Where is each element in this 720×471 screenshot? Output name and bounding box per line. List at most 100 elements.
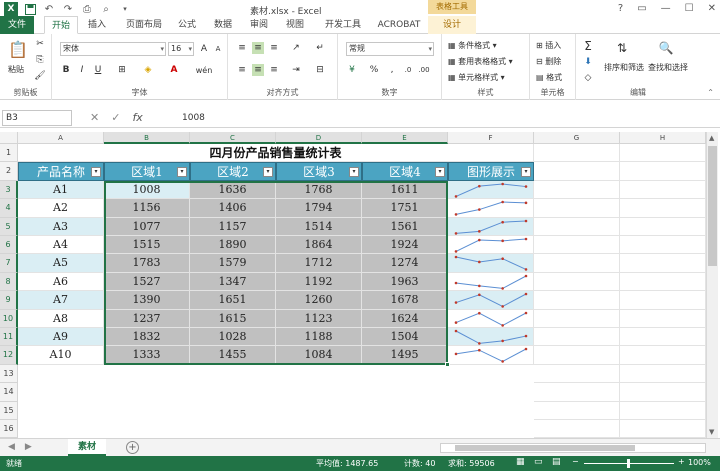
zoom-out-icon[interactable]: − [572, 457, 579, 466]
column-header[interactable]: E [362, 132, 448, 144]
grid-cell[interactable] [534, 199, 620, 218]
ribbon-display-icon[interactable]: ▭ [637, 3, 646, 14]
sparkline-cell[interactable] [448, 346, 534, 365]
sales-value-cell[interactable]: 1188 [276, 328, 362, 347]
grid-cell[interactable] [534, 254, 620, 273]
sparkline-cell[interactable] [448, 236, 534, 255]
tab-insert[interactable]: 插入 [80, 16, 114, 34]
scroll-down-icon[interactable]: ▼ [709, 428, 714, 436]
sales-value-cell[interactable]: 1864 [276, 236, 362, 255]
align-right-icon[interactable]: ≡ [268, 64, 280, 76]
font-size-combo[interactable]: 16 ▾ [168, 42, 194, 56]
sales-value-cell[interactable]: 1008 [104, 180, 190, 200]
help-icon[interactable]: ? [618, 3, 623, 14]
font-name-combo[interactable]: 宋体 ▾ [60, 42, 166, 56]
row-header[interactable]: 13 [0, 364, 18, 384]
sales-value-cell[interactable]: 1712 [276, 254, 362, 273]
sales-value-cell[interactable]: 1611 [362, 180, 448, 200]
sales-value-cell[interactable]: 1768 [276, 180, 362, 200]
sales-value-cell[interactable]: 1347 [190, 272, 276, 292]
fill-handle[interactable] [445, 361, 450, 367]
row-header[interactable]: 10 [0, 309, 18, 328]
camera-icon[interactable]: ⎙ [80, 2, 94, 16]
autosum-icon[interactable]: Σ [582, 39, 594, 53]
tab-file[interactable]: 文件 [0, 16, 34, 34]
grid-cell[interactable] [620, 217, 706, 236]
grid-cell[interactable] [620, 272, 706, 292]
grid-cell[interactable] [534, 328, 620, 347]
grid-cell[interactable] [534, 217, 620, 236]
fill-color-icon[interactable]: ◈ [142, 64, 154, 76]
product-name-cell[interactable]: A2 [18, 199, 104, 218]
sales-value-cell[interactable]: 1832 [104, 328, 190, 347]
align-center-icon[interactable]: ≡ [252, 64, 264, 76]
tab-acrobat[interactable]: ACROBAT [372, 16, 426, 34]
grid-cell[interactable] [620, 309, 706, 328]
excel-logo-icon[interactable]: X [4, 2, 18, 16]
sort-filter-icon[interactable]: ⇅ [614, 40, 630, 56]
product-name-cell[interactable]: A6 [18, 272, 104, 292]
sales-value-cell[interactable]: 1751 [362, 199, 448, 218]
find-select-button[interactable]: 查找和选择 [648, 62, 688, 74]
normal-view-icon[interactable]: ▦ [516, 457, 525, 467]
sales-value-cell[interactable]: 1527 [104, 272, 190, 292]
column-header[interactable]: H [620, 132, 706, 144]
grid-cell[interactable] [620, 364, 706, 384]
row-header[interactable]: 1 [0, 144, 18, 163]
grid-cell[interactable] [534, 401, 620, 420]
product-name-cell[interactable]: A8 [18, 309, 104, 328]
sales-value-cell[interactable]: 1192 [276, 272, 362, 292]
indent-icon[interactable]: ⇥ [290, 64, 302, 76]
sales-value-cell[interactable]: 1794 [276, 199, 362, 218]
align-middle-icon[interactable]: ≡ [252, 42, 264, 54]
sales-value-cell[interactable]: 1678 [362, 291, 448, 310]
sales-value-cell[interactable]: 1123 [276, 309, 362, 328]
border-icon[interactable]: ⊞ [116, 64, 128, 76]
sales-value-cell[interactable]: 1579 [190, 254, 276, 273]
sales-value-cell[interactable]: 1274 [362, 254, 448, 273]
sales-value-cell[interactable]: 1455 [190, 346, 276, 365]
clear-icon[interactable]: ◇ [582, 72, 594, 84]
cancel-icon[interactable]: ✕ [90, 111, 99, 124]
comma-icon[interactable]: , [386, 64, 398, 76]
tab-view[interactable]: 视图 [280, 16, 310, 34]
row-header[interactable]: 2 [0, 162, 18, 181]
conditional-format-button[interactable]: ▦ 条件格式 ▾ [448, 40, 497, 52]
sort-filter-button[interactable]: 排序和筛选 [604, 62, 644, 74]
sales-value-cell[interactable]: 1390 [104, 291, 190, 310]
prev-sheet-icon[interactable]: ◀ [8, 442, 15, 452]
row-header[interactable]: 15 [0, 401, 18, 420]
sales-value-cell[interactable]: 1084 [276, 346, 362, 365]
product-name-cell[interactable]: A5 [18, 254, 104, 273]
customize-qat-icon[interactable]: ▾ [118, 2, 132, 16]
sparkline-cell[interactable] [448, 309, 534, 328]
grid-cell[interactable] [534, 144, 620, 163]
horizontal-scrollbar[interactable] [440, 443, 706, 453]
sales-value-cell[interactable]: 1333 [104, 346, 190, 365]
name-box[interactable]: B3 [2, 110, 72, 126]
column-header[interactable]: A [18, 132, 104, 144]
copy-icon[interactable]: ⎘ [34, 54, 46, 66]
column-header[interactable]: G [534, 132, 620, 144]
zoom-slider-thumb[interactable] [627, 459, 630, 468]
grid-cell[interactable] [534, 346, 620, 365]
minimize-icon[interactable]: — [661, 3, 671, 14]
sales-value-cell[interactable]: 1260 [276, 291, 362, 310]
filter-dropdown-icon[interactable]: ▾ [263, 167, 273, 178]
zoom-in-icon[interactable]: + [678, 457, 685, 466]
table-header-cell[interactable]: 产品名称 ▾ [18, 162, 104, 181]
column-header[interactable]: B [104, 132, 190, 144]
row-header[interactable]: 6 [0, 236, 18, 255]
grid-cell[interactable] [534, 162, 620, 181]
insert-cells-button[interactable]: ⊞ 插入 [536, 40, 561, 52]
row-header[interactable]: 3 [0, 180, 18, 200]
delete-cells-button[interactable]: ⊟ 删除 [536, 56, 561, 68]
grid-cell[interactable] [620, 401, 706, 420]
grid-cell[interactable] [620, 254, 706, 273]
sales-value-cell[interactable]: 1156 [104, 199, 190, 218]
sales-value-cell[interactable]: 1495 [362, 346, 448, 365]
add-sheet-icon[interactable]: + [126, 441, 139, 454]
sales-value-cell[interactable]: 1504 [362, 328, 448, 347]
tab-page-layout[interactable]: 页面布局 [118, 16, 170, 34]
align-top-icon[interactable]: ≡ [236, 42, 248, 54]
